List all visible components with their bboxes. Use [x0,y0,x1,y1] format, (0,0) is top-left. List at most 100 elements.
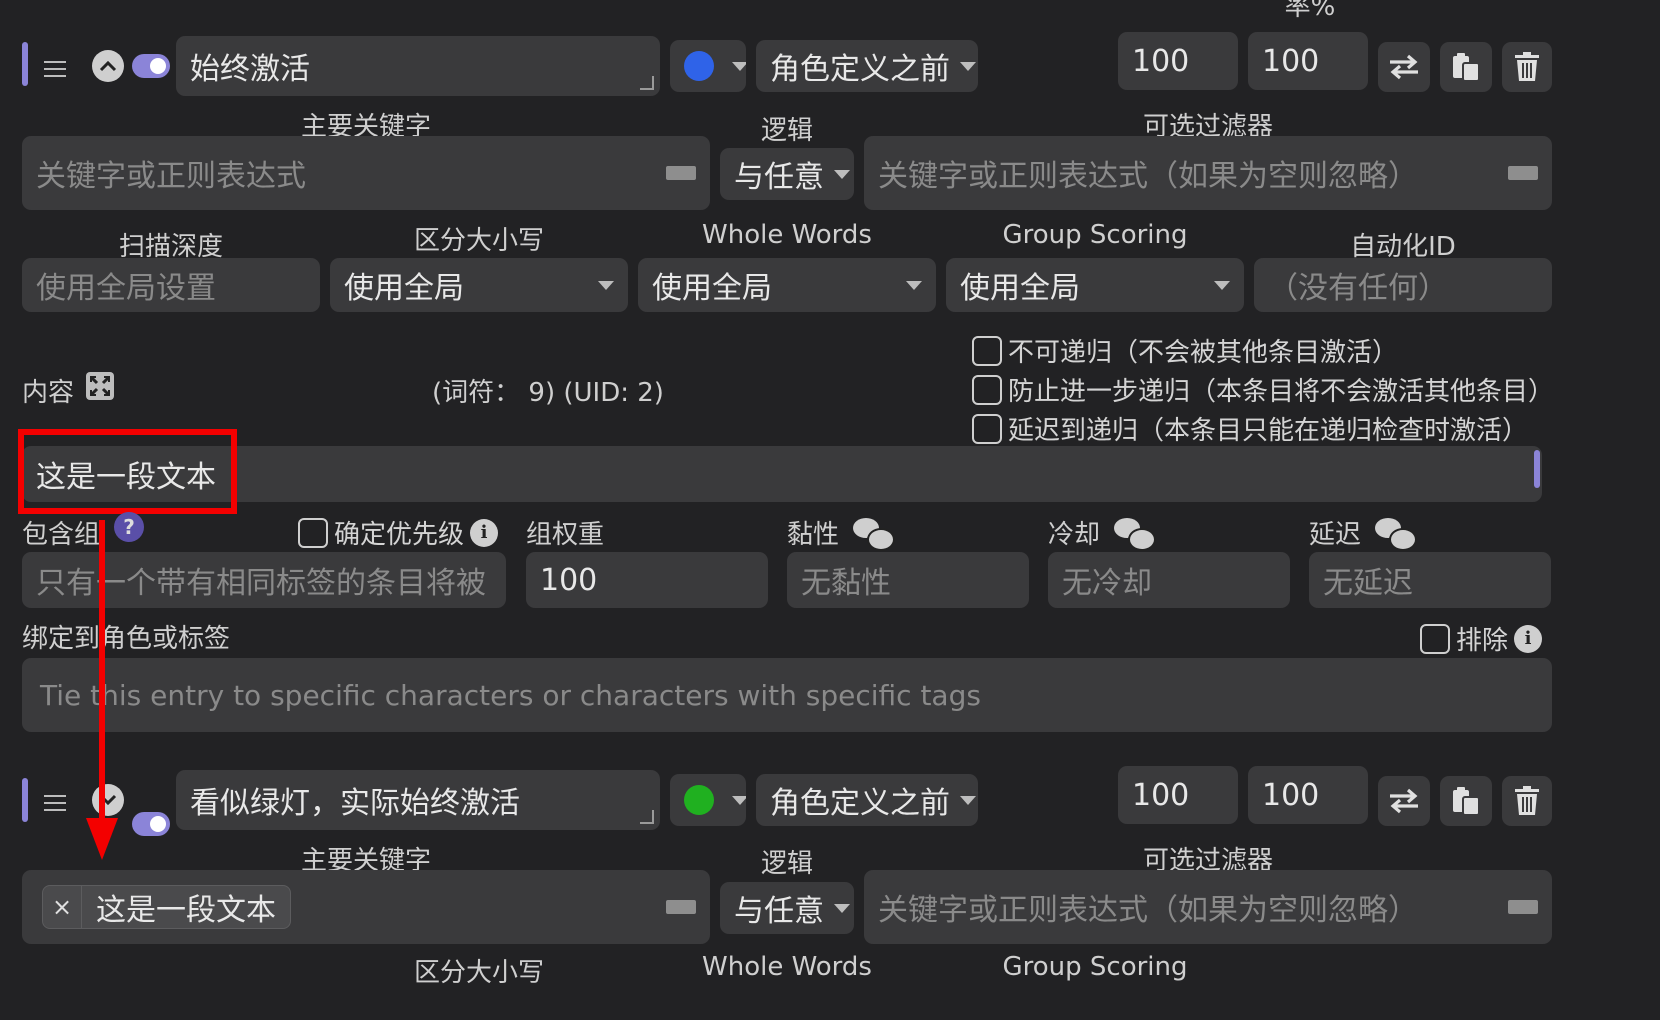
priority-option[interactable]: 确定优先级 i [298,514,499,551]
cooldown-placeholder: 无冷却 [1062,566,1152,601]
whole-words-select[interactable]: 使用全局 [638,258,936,312]
position-value: 角色定义之前 [770,52,950,87]
scan-depth-placeholder: 使用全局设置 [36,271,216,306]
paste-icon [1453,53,1480,82]
filter-placeholder: 关键字或正则表达式（如果为空则忽略） [878,159,1418,194]
entry-title-input[interactable]: 始终激活 [176,36,660,96]
primary-key-placeholder: 关键字或正则表达式 [36,159,306,194]
entry-title-text: 看似绿灯，实际始终激活 [190,786,520,821]
primary-key-input[interactable]: 关键字或正则表达式 [22,136,710,210]
move-button[interactable] [1378,776,1430,826]
chevron-down-icon [960,795,976,805]
duplicate-button[interactable] [1440,776,1492,826]
keyboard-icon[interactable] [666,900,696,914]
option-label: 防止进一步递归（本条目将不会激活其他条目） [1008,377,1555,407]
position-value: 角色定义之前 [770,786,950,821]
logic-select[interactable]: 与任意 [720,148,854,200]
case-sensitive-value: 使用全局 [344,271,464,306]
filter-placeholder: 关键字或正则表达式（如果为空则忽略） [878,893,1418,928]
expand-icon[interactable] [86,372,114,400]
filter-input[interactable]: 关键字或正则表达式（如果为空则忽略） [864,870,1552,944]
position-select[interactable]: 角色定义之前 [756,40,978,92]
swap-arrows-icon [1390,788,1418,814]
resize-handle-icon[interactable] [640,810,654,824]
collapse-chevron-icon[interactable] [92,50,124,82]
scan-depth-input[interactable]: 使用全局设置 [22,258,320,312]
trash-icon [1515,786,1539,815]
checkbox[interactable] [972,413,1002,444]
case-sensitive-select[interactable]: 使用全局 [330,258,628,312]
drag-handle-icon[interactable] [44,790,66,816]
checkbox[interactable] [298,517,328,548]
remove-tag-icon[interactable]: × [43,886,82,928]
logic-select[interactable]: 与任意 [720,882,854,934]
option-label: 延迟到递归（本条目只能在递归检查时激活） [1008,416,1529,446]
exclude-option[interactable]: 排除 i [1420,620,1543,657]
entry-accent-bar [22,778,28,822]
priority-label: 确定优先级 [334,520,465,550]
move-button[interactable] [1378,42,1430,92]
checkbox[interactable] [972,335,1002,366]
scrollbar-thumb[interactable] [1534,450,1540,488]
entry-enabled-toggle[interactable] [132,812,170,836]
entry-title-input[interactable]: 看似绿灯，实际始终激活 [176,770,660,830]
cooldown-label-row: 冷却 [1048,514,1157,551]
logic-value: 与任意 [734,160,824,195]
entry-enabled-toggle[interactable] [132,54,170,78]
option-delay-until-recursion[interactable]: 延迟到递归（本条目只能在递归检查时激活） [972,410,1528,447]
keyboard-icon[interactable] [1508,166,1538,180]
entry-accent-bar [22,42,28,86]
probability-input[interactable]: 100 [1248,766,1368,824]
bind-input[interactable]: Tie this entry to specific characters or… [22,658,1552,732]
keyboard-icon[interactable] [666,166,696,180]
option-prevent-recursion[interactable]: 防止进一步递归（本条目将不会激活其他条目） [972,371,1554,408]
group-weight-label: 组权重 [526,520,605,550]
delay-input[interactable]: 无延迟 [1309,552,1551,608]
entry-title-text: 始终激活 [190,52,310,87]
group-scoring-value: 使用全局 [960,271,1080,306]
filter-input[interactable]: 关键字或正则表达式（如果为空则忽略） [864,136,1552,210]
checkbox[interactable] [972,374,1002,405]
sticky-input[interactable]: 无黏性 [787,552,1029,608]
status-select[interactable] [670,774,746,826]
automation-id-input[interactable]: （没有任何） [1254,258,1552,312]
chat-bubbles-icon[interactable] [1375,517,1418,551]
probability-input[interactable]: 100 [1248,32,1368,90]
status-select[interactable] [670,40,746,92]
duplicate-button[interactable] [1440,42,1492,92]
exclude-label: 排除 [1456,626,1509,656]
annotation-arrow [86,520,118,860]
trash-icon [1515,52,1539,81]
info-icon[interactable]: i [1514,624,1543,653]
order-input[interactable]: 100 [1118,766,1238,824]
content-textarea[interactable]: 这是一段文本 [22,446,1542,502]
info-icon[interactable]: i [470,518,499,547]
status-green-dot-icon [684,785,714,815]
delete-button[interactable] [1502,42,1552,92]
cooldown-label: 冷却 [1048,520,1101,550]
group-scoring-label-partial: Group Scoring [1002,952,1188,982]
keyboard-icon[interactable] [1508,900,1538,914]
primary-key-input[interactable]: × 这是一段文本 [22,870,710,944]
group-weight-input[interactable]: 100 [526,552,768,608]
group-scoring-select[interactable]: 使用全局 [946,258,1244,312]
drag-handle-icon[interactable] [44,56,66,82]
chevron-down-icon [960,61,976,71]
checkbox[interactable] [1420,623,1450,654]
option-non-recursive[interactable]: 不可递归（不会被其他条目激活） [972,332,1398,369]
logic-label: 逻辑 [760,849,813,879]
chat-bubbles-icon[interactable] [853,517,896,551]
status-blue-dot-icon [684,51,714,81]
order-input[interactable]: 100 [1118,32,1238,90]
sticky-label-row: 黏性 [787,514,896,551]
position-select[interactable]: 角色定义之前 [756,774,978,826]
group-scoring-label: Group Scoring [1002,220,1188,250]
swap-arrows-icon [1390,54,1418,80]
cooldown-input[interactable]: 无冷却 [1048,552,1290,608]
resize-handle-icon[interactable] [640,76,654,90]
delete-button[interactable] [1502,776,1552,826]
chevron-down-icon [834,169,850,179]
chevron-down-icon [834,903,850,913]
chat-bubbles-icon[interactable] [1114,517,1157,551]
case-sensitive-label-partial: 区分大小写 [413,958,544,988]
